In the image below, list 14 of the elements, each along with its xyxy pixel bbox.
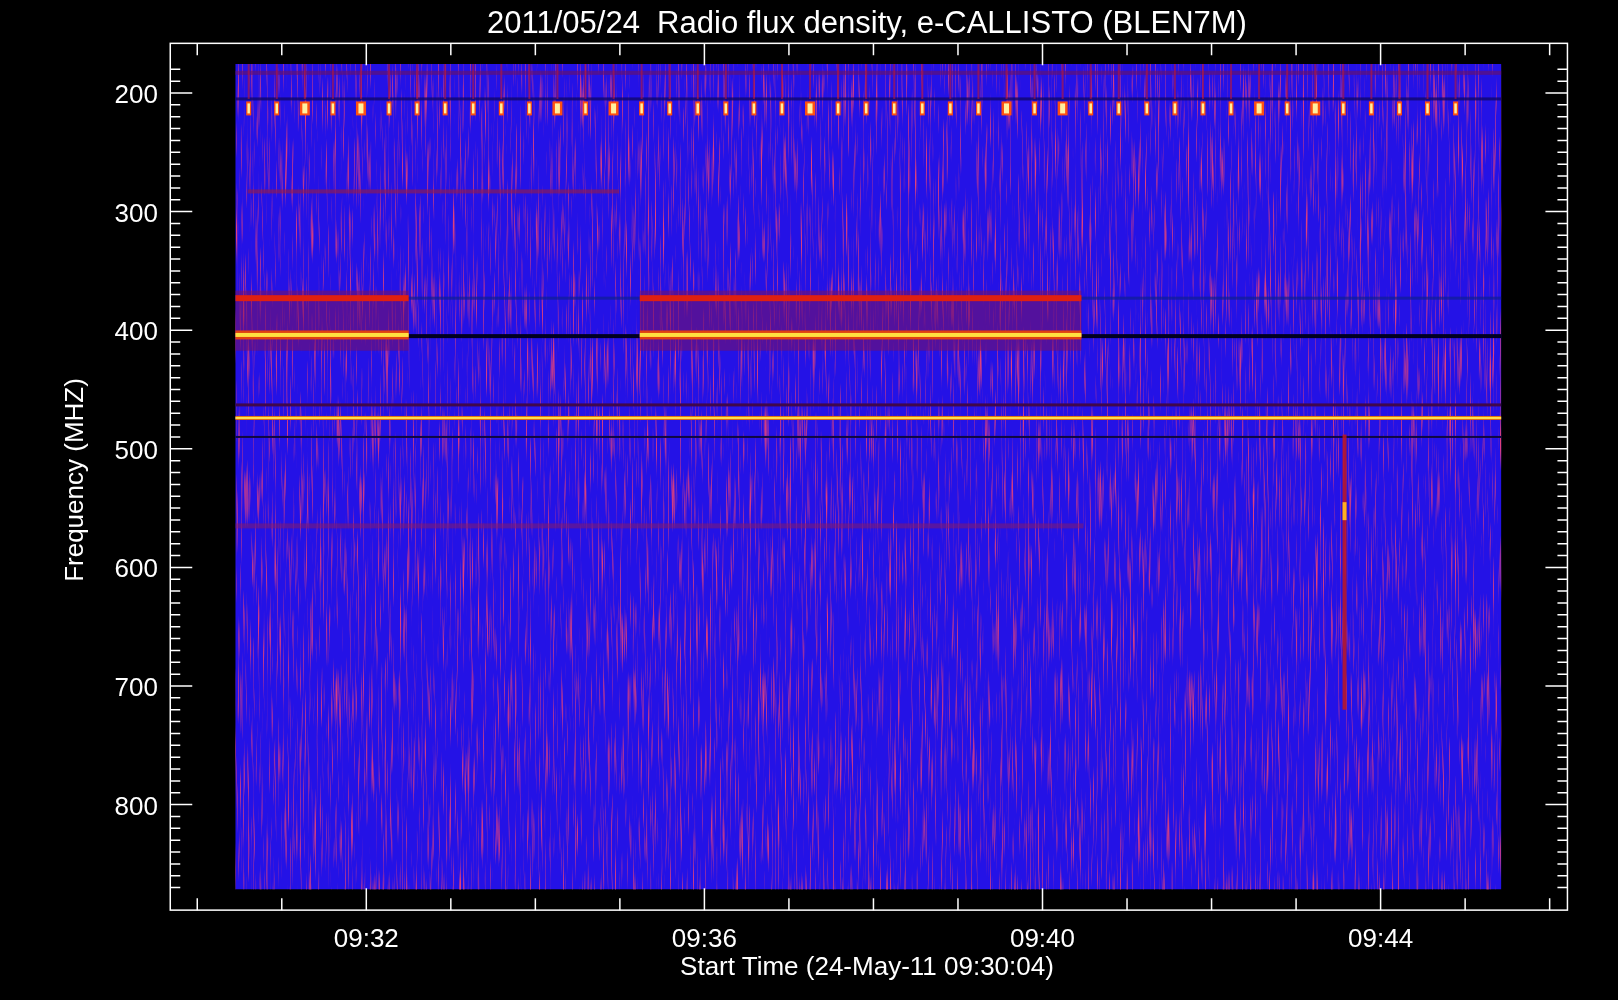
tick-label: 09:32 <box>333 923 399 953</box>
tick-label: 09:44 <box>1348 923 1414 953</box>
tick-label: 200 <box>114 79 158 109</box>
tick-label: 800 <box>114 790 158 821</box>
plot-title: 2011/05/24 Radio flux density, e-CALLISTO (BLEN7M) <box>487 5 1247 40</box>
tick-label: 500 <box>114 434 158 465</box>
tick-label: 400 <box>114 316 158 347</box>
tick-label: 700 <box>114 672 158 702</box>
tick-label: 09:40 <box>1009 923 1076 953</box>
tick-label: 600 <box>114 553 158 584</box>
axis-label: Start Time (24-May-11 09:30:04) <box>680 951 1054 981</box>
axis-label: Frequency (MHZ) <box>59 378 89 582</box>
tick-label: 300 <box>114 197 158 228</box>
tick-label: 09:36 <box>671 923 737 953</box>
